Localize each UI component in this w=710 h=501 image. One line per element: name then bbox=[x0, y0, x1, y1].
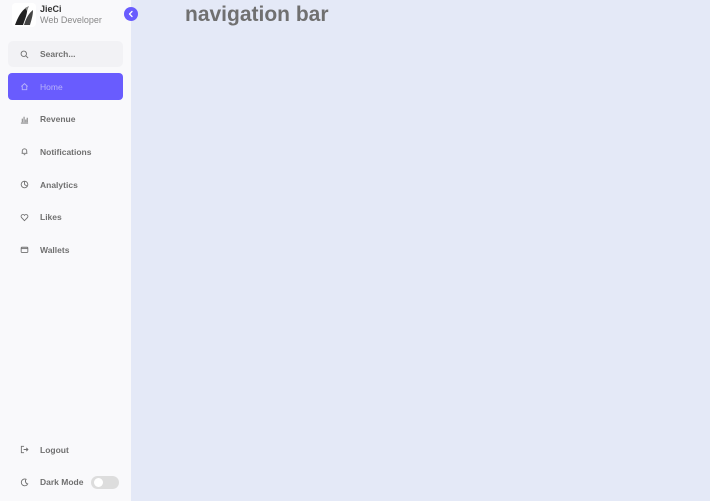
brand: JieCi Web Developer bbox=[12, 3, 102, 27]
app: JieCi Web Developer Search... Home Reven… bbox=[0, 0, 710, 501]
sidebar-item-home[interactable]: Home bbox=[8, 73, 123, 100]
logout-icon bbox=[8, 445, 40, 454]
dark-mode-label: Dark Mode bbox=[40, 477, 84, 488]
search-box[interactable] bbox=[8, 41, 123, 67]
brand-role: Web Developer bbox=[40, 15, 102, 25]
brand-name: JieCi bbox=[40, 4, 62, 14]
sidebar-item-label: Notifications bbox=[40, 146, 92, 157]
dark-mode-row: Dark Mode bbox=[8, 469, 123, 496]
sidebar-menu: Home Revenue Notifications Analytics Lik… bbox=[8, 73, 123, 269]
logout-label: Logout bbox=[40, 444, 69, 455]
sidebar-toggle-button[interactable] bbox=[124, 7, 138, 21]
sidebar-bottom: Logout Dark Mode bbox=[8, 436, 123, 501]
home-icon bbox=[8, 82, 40, 91]
dark-mode-toggle[interactable] bbox=[91, 475, 119, 489]
bell-icon bbox=[8, 147, 40, 156]
bar-chart-icon bbox=[8, 115, 40, 124]
wallet-icon bbox=[8, 245, 40, 254]
sidebar-item-analytics[interactable]: Analytics bbox=[8, 171, 123, 198]
sidebar-item-revenue[interactable]: Revenue bbox=[8, 106, 123, 133]
sidebar-item-wallets[interactable]: Wallets bbox=[8, 236, 123, 263]
chevron-left-icon bbox=[128, 10, 133, 18]
sidebar-item-label: Likes bbox=[40, 212, 62, 223]
avatar bbox=[12, 3, 36, 27]
search-icon bbox=[8, 50, 40, 59]
sidebar-item-label: Analytics bbox=[40, 179, 78, 190]
sidebar-item-label: Wallets bbox=[40, 244, 70, 255]
logout-button[interactable]: Logout bbox=[8, 436, 123, 463]
moon-icon bbox=[8, 478, 40, 487]
sidebar-item-notifications[interactable]: Notifications bbox=[8, 138, 123, 165]
sidebar-item-label: Home bbox=[40, 81, 63, 92]
search-input[interactable] bbox=[40, 49, 118, 59]
toggle-knob bbox=[94, 477, 103, 487]
sidebar: JieCi Web Developer Search... Home Reven… bbox=[0, 0, 138, 501]
sidebar-item-likes[interactable]: Likes bbox=[8, 204, 123, 231]
heart-icon bbox=[8, 213, 40, 222]
sidebar-item-label: Revenue bbox=[40, 114, 76, 125]
page-title: navigation bar bbox=[185, 3, 329, 26]
pie-chart-icon bbox=[8, 180, 40, 189]
